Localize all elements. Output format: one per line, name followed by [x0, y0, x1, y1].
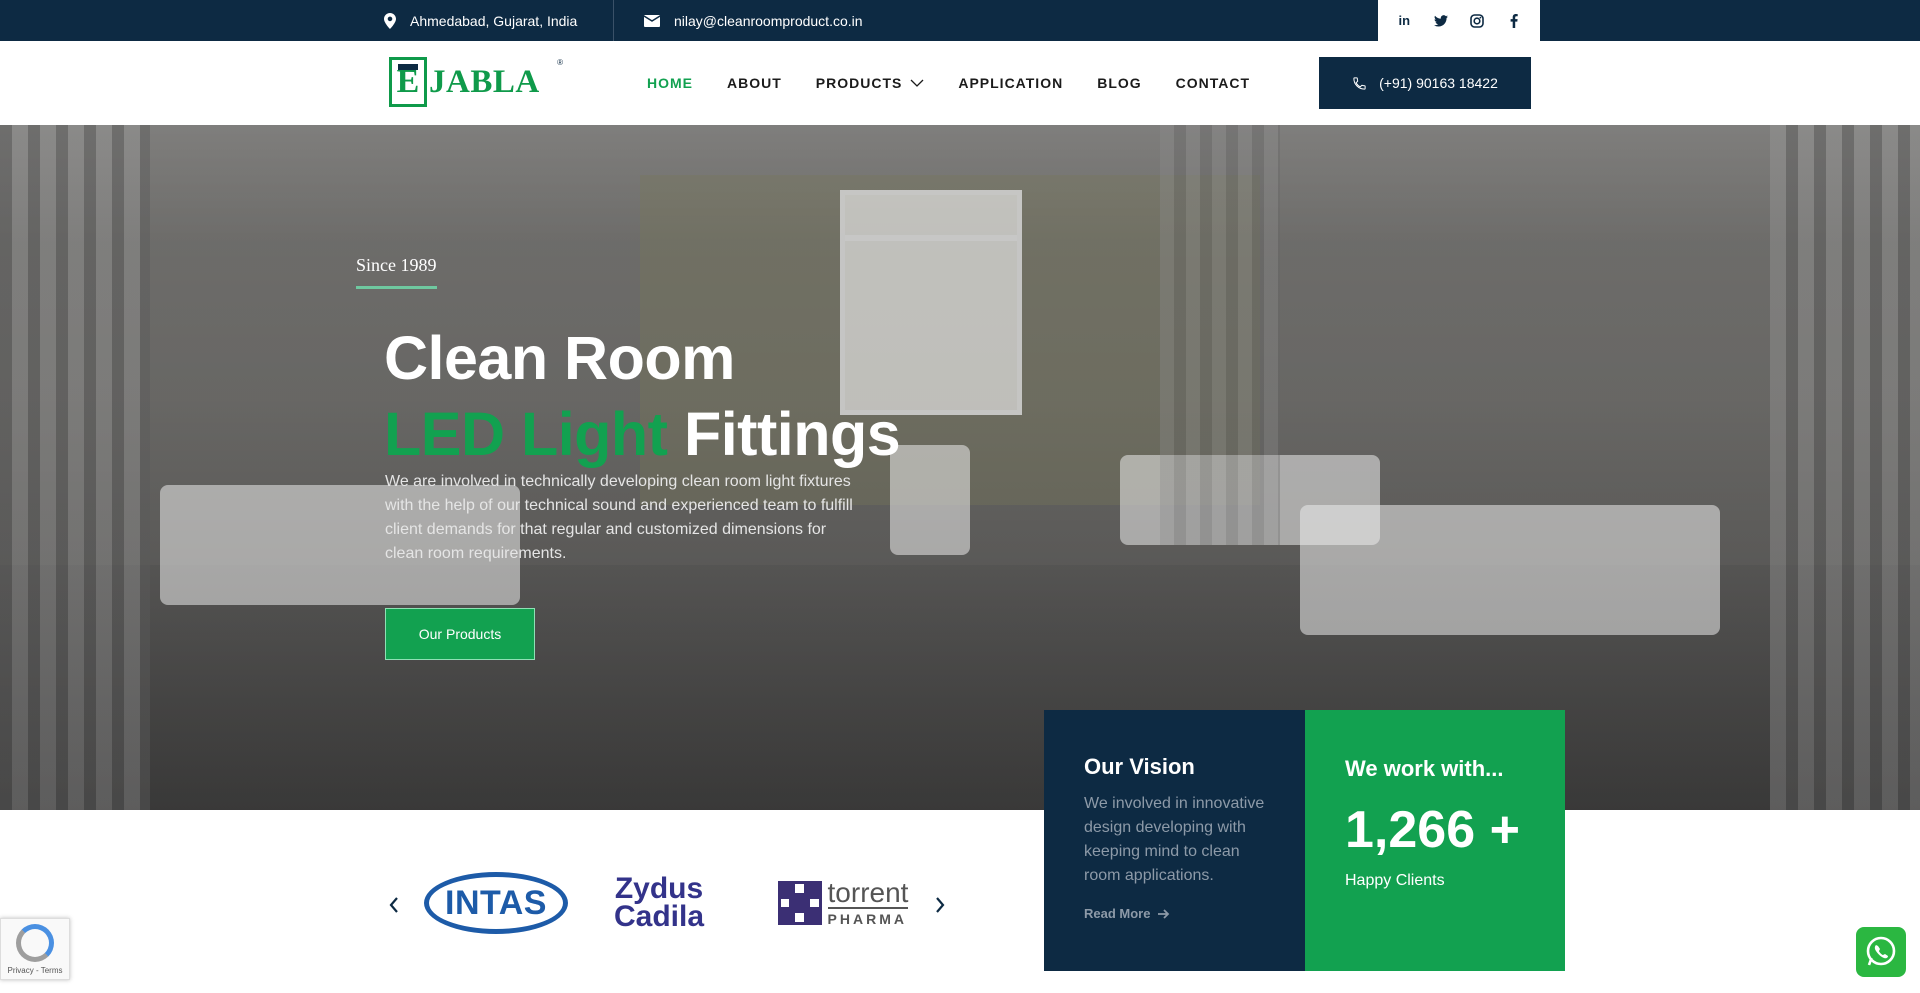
logo-registered: ® — [557, 58, 563, 67]
nav-products-label: PRODUCTS — [815, 75, 903, 91]
nav-blog[interactable]: BLOG — [1097, 75, 1141, 91]
nav-products[interactable]: PRODUCTS — [816, 75, 925, 91]
recaptcha-icon — [16, 923, 54, 962]
hero-bg-curtain-middle — [1160, 125, 1280, 545]
hero-title-line1: Clean Room — [384, 324, 735, 392]
site-logo[interactable]: E JABLA ® — [389, 56, 565, 108]
torrent-logo-mark — [777, 881, 822, 925]
intas-logo-oval: INTAS — [424, 872, 568, 934]
map-pin-icon — [384, 12, 396, 29]
envelope-icon — [644, 14, 660, 27]
carousel-next-button[interactable] — [930, 890, 950, 920]
nav-about[interactable]: ABOUT — [727, 75, 782, 91]
nav-contact-label: CONTACT — [1175, 75, 1251, 91]
client-logo-zydus: Zydus Cadila — [604, 868, 714, 938]
phone-button[interactable]: (+91) 90163 18422 — [1319, 57, 1531, 109]
location-info: Ahmedabad, Gujarat, India — [384, 0, 577, 41]
hero-title: Clean Room LED Light Fittings — [384, 320, 901, 472]
torrent-logo-line2: PHARMA — [827, 907, 909, 927]
hero-bg-curtain-right — [1770, 125, 1920, 810]
hero-bg-curtain-left — [0, 125, 150, 810]
linkedin-icon[interactable]: in — [1393, 10, 1415, 32]
topbar-divider — [613, 0, 614, 41]
since-label: Since 1989 — [356, 255, 437, 289]
hero-section: Since 1989 Clean Room LED Light Fittings… — [0, 125, 1920, 810]
happy-clients-label: Happy Clients — [1345, 872, 1445, 889]
happy-clients-count: 1,266 + — [1345, 801, 1520, 859]
nav-application-label: APPLICATION — [958, 75, 1064, 91]
logo-mark-letter: E — [396, 63, 420, 100]
vision-title: Our Vision — [1084, 754, 1195, 779]
nav-home-label: HOME — [647, 75, 693, 91]
email-info[interactable]: nilay@cleanroomproduct.co.in — [644, 0, 863, 41]
recaptcha-badge[interactable]: Privacy - Terms — [0, 918, 70, 980]
logo-text: JABLA — [429, 63, 540, 100]
location-text: Ahmedabad, Gujarat, India — [410, 12, 578, 29]
carousel-prev-button[interactable] — [384, 890, 404, 920]
whatsapp-button[interactable] — [1856, 927, 1906, 977]
instagram-icon[interactable] — [1466, 10, 1488, 32]
nav-blog-label: BLOG — [1097, 75, 1142, 91]
zydus-logo-line1: Zydus — [614, 872, 704, 905]
chevron-down-icon — [910, 79, 924, 87]
top-bar: Ahmedabad, Gujarat, India nilay@cleanroo… — [0, 0, 1920, 41]
torrent-logo-text: torrent PHARMA — [827, 877, 909, 927]
phone-number: (+91) 90163 18422 — [1379, 75, 1498, 91]
chevron-left-icon — [389, 897, 398, 913]
chevron-right-icon — [936, 897, 945, 913]
hero-title-rest: Fittings — [683, 400, 901, 468]
phone-icon — [1353, 76, 1366, 90]
client-logo-torrent: torrent PHARMA — [768, 868, 918, 938]
arrow-right-icon — [1158, 908, 1170, 919]
zydus-logo-line2: Cadila — [613, 900, 705, 933]
intas-logo-text: INTAS — [445, 883, 547, 922]
read-more-link[interactable]: Read More — [1084, 906, 1170, 921]
read-more-label: Read More — [1084, 906, 1151, 921]
facebook-icon[interactable] — [1503, 10, 1525, 32]
main-nav: HOME ABOUT PRODUCTS APPLICATION BLOG CON… — [647, 41, 1284, 125]
email-text[interactable]: nilay@cleanroomproduct.co.in — [674, 13, 863, 29]
our-products-button[interactable]: Our Products — [385, 608, 535, 660]
recaptcha-terms[interactable]: Privacy - Terms — [8, 966, 63, 975]
nav-about-label: ABOUT — [727, 75, 782, 91]
nav-application[interactable]: APPLICATION — [958, 75, 1063, 91]
nav-home[interactable]: HOME — [647, 75, 693, 91]
twitter-icon[interactable] — [1430, 10, 1452, 32]
clients-stats-card: We work with... 1,266 + Happy Clients — [1305, 710, 1565, 971]
stats-title: We work with... — [1345, 756, 1504, 781]
social-links: in — [1378, 0, 1540, 41]
logo-mark-bar — [398, 64, 418, 70]
nav-contact[interactable]: CONTACT — [1176, 75, 1250, 91]
whatsapp-icon — [1866, 936, 1896, 966]
hero-title-highlight: LED Light — [384, 400, 668, 468]
hero-description: We are involved in technically developin… — [385, 473, 853, 562]
main-header: E JABLA ® HOME ABOUT PRODUCTS APPLICATIO… — [0, 41, 1920, 125]
client-logo-carousel: INTAS Zydus Cadila torrent PHARMA — [384, 860, 954, 950]
hero-bg-chair — [890, 445, 970, 555]
torrent-logo-line1: torrent — [827, 877, 909, 908]
vision-text: We involved in innovative design develop… — [1084, 795, 1265, 884]
logo-mark: E — [389, 57, 427, 107]
hero-bg-bed — [1300, 505, 1720, 635]
vision-card: Our Vision We involved in innovative des… — [1044, 710, 1305, 971]
client-logo-intas: INTAS — [422, 868, 570, 938]
